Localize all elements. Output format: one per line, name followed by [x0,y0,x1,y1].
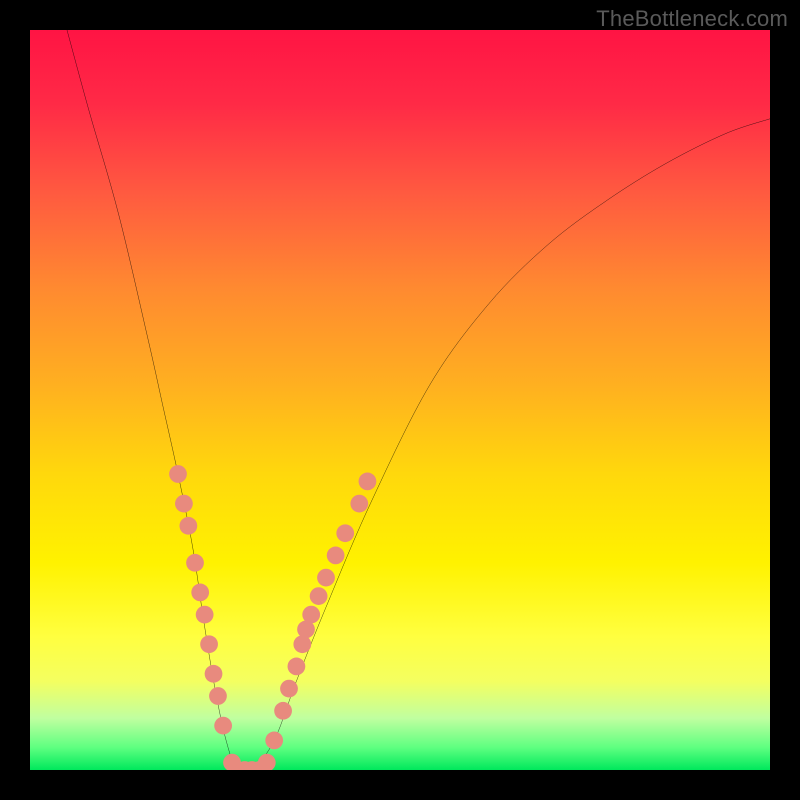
curve-marker-dot [293,635,311,653]
curve-marker-dot [209,687,227,705]
curve-marker-dot [196,606,214,624]
curve-marker-dot [169,465,187,483]
curve-marker-dot [191,584,209,602]
curve-marker-dot [179,517,197,535]
curve-marker-dot [280,680,298,698]
curve-marker-dot [258,754,276,770]
curve-svg [30,30,770,770]
curve-marker-dot [302,606,320,624]
curve-marker-dot [274,702,292,720]
curve-marker-dot [214,717,232,735]
curve-marker-dot [175,495,193,513]
curve-marker-dot [265,732,283,750]
curve-marker-dot [336,524,354,542]
curve-marker-dot [327,547,345,565]
curve-marker-dot [200,635,218,653]
curve-marker-dot [205,665,223,683]
curve-markers [169,465,376,770]
chart-frame: TheBottleneck.com [0,0,800,800]
curve-marker-dot [359,473,377,491]
curve-marker-dot [186,554,204,572]
plot-area [30,30,770,770]
curve-marker-dot [310,587,328,605]
curve-marker-dot [317,569,335,587]
curve-marker-dot [350,495,368,513]
bottleneck-curve-path [67,30,770,770]
curve-marker-dot [288,658,306,676]
watermark-label: TheBottleneck.com [596,6,788,32]
